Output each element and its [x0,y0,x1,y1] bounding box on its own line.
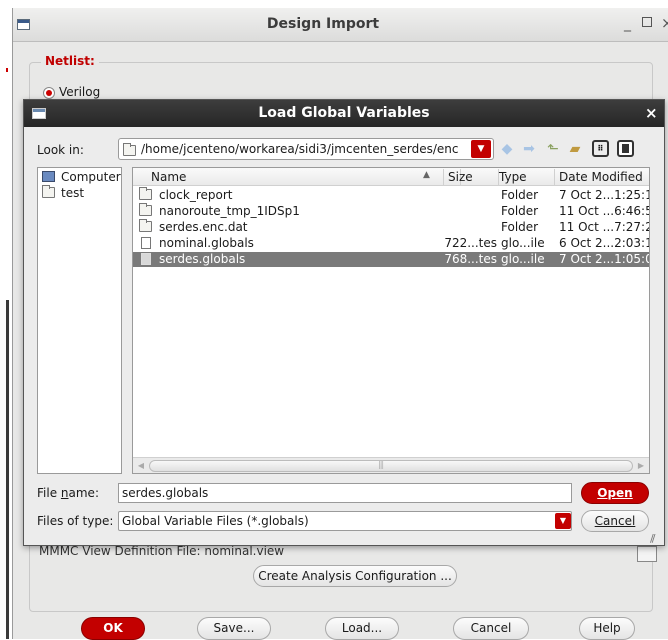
look-in-label: Look in: [37,143,84,157]
folder-icon [139,219,152,232]
places-sidebar: Computer test [37,167,122,474]
folder-icon [139,187,152,200]
open-button[interactable]: Open [581,482,649,504]
verilog-radio[interactable] [43,87,55,99]
load-dialog-titlebar[interactable]: Load Global Variables × [24,100,664,127]
mmmc-browse-button[interactable] [637,546,657,562]
list-view-icon[interactable]: ⠿ [592,140,609,157]
column-date-modified[interactable]: Date Modified [555,169,649,185]
column-size[interactable]: Size [443,169,499,185]
place-computer[interactable]: Computer [42,170,121,184]
horizontal-scrollbar[interactable]: ◀ ▶ [133,457,649,473]
file-list[interactable]: Name ▲ Size Type Date Modified clock_rep… [132,167,650,474]
scrollbar-thumb[interactable] [149,460,633,472]
new-folder-icon[interactable]: ▰ [566,140,584,158]
scroll-right-icon[interactable]: ▶ [635,460,647,472]
parent-folder-icon[interactable]: ⬑ [544,140,562,158]
close-icon[interactable]: × [661,14,668,32]
netlist-label: Netlist: [41,54,99,68]
file-row-selected[interactable]: serdes.globals 768...tes glo...ile 7 Oct… [133,252,649,267]
save-button[interactable]: Save... [197,617,271,640]
back-arrow-icon[interactable]: ◆ [498,140,516,158]
files-of-type-value: Global Variable Files (*.globals) [122,514,309,528]
column-type[interactable]: Type [495,169,555,185]
minimize-icon[interactable]: _ [624,16,631,32]
file-list-header: Name ▲ Size Type Date Modified [133,168,649,186]
chevron-down-icon[interactable]: ▼ [555,513,571,529]
folder-icon [123,143,136,156]
design-import-titlebar[interactable]: Design Import _ × [13,8,668,42]
sort-up-icon: ▲ [423,170,430,180]
file-row[interactable]: clock_report Folder 7 Oct 2...1:25:1 [133,187,649,203]
ok-button[interactable]: OK [81,617,145,640]
dialog-cancel-button[interactable]: Cancel [581,510,649,532]
forward-arrow-icon[interactable]: ➡ [520,140,538,158]
file-row[interactable]: nominal.globals 722...tes glo...ile 6 Oc… [133,236,649,251]
place-test[interactable]: test [42,185,84,200]
column-name[interactable]: Name [147,169,461,185]
file-icon [139,253,151,265]
cancel-button[interactable]: Cancel [453,617,529,640]
files-of-type-label: Files of type: [37,514,114,528]
mmmc-label: MMMC View Definition File: nominal.view [39,546,285,558]
load-global-variables-dialog: Load Global Variables × Look in: /home/j… [23,99,665,546]
files-of-type-select[interactable]: Global Variable Files (*.globals) ▼ [118,511,572,531]
help-button[interactable]: Help [579,617,635,640]
chevron-down-icon[interactable]: ▼ [471,140,491,158]
file-row[interactable]: nanoroute_tmp_1IDSp1 Folder 11 Oct ...6:… [133,203,649,219]
create-analysis-button[interactable]: Create Analysis Configuration ... [253,565,457,587]
look-in-combo[interactable]: /home/jcenteno/workarea/sidi3/jmcenten_s… [118,138,494,160]
scroll-left-icon[interactable]: ◀ [135,460,147,472]
file-icon [139,237,151,249]
maximize-icon[interactable] [642,17,652,27]
load-button[interactable]: Load... [325,617,399,640]
design-import-title: Design Import [266,16,380,32]
detail-view-icon[interactable] [617,140,634,157]
file-name-label: File name: [37,486,99,500]
verilog-label: Verilog [59,85,101,99]
computer-icon [42,171,55,182]
file-row[interactable]: serdes.enc.dat Folder 11 Oct ...7:27:2 [133,219,649,235]
folder-icon [42,185,55,198]
edge-mark [6,68,8,72]
close-icon[interactable]: × [645,104,658,122]
file-name-input[interactable]: serdes.globals [118,483,572,503]
load-dialog-title: Load Global Variables [258,105,430,121]
resize-grip-icon[interactable]: // [650,532,656,545]
look-in-path: /home/jcenteno/workarea/sidi3/jmcenten_s… [141,142,459,156]
edge-bar [6,300,9,639]
folder-icon [139,203,152,216]
